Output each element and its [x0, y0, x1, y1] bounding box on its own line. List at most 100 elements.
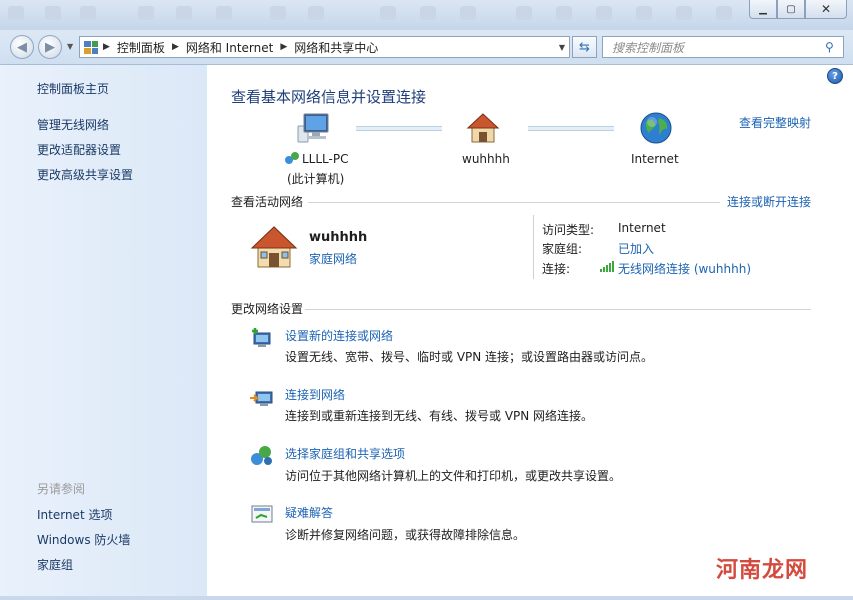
toolbar-ghost-icon	[716, 6, 732, 20]
homegroup-label: 家庭组:	[542, 242, 583, 256]
change-settings-heading: 更改网络设置	[231, 302, 304, 316]
chevron-right-icon[interactable]: ▶	[172, 42, 179, 52]
toolbar-ghost-icon	[636, 6, 652, 20]
toolbar-ghost-icon	[420, 6, 436, 20]
toolbar-ghost-icon	[138, 6, 154, 20]
divider	[308, 202, 720, 203]
access-type-label: 访问类型:	[542, 223, 595, 237]
network-type-link[interactable]: 家庭网络	[309, 250, 357, 267]
troubleshoot-desc: 诊断并修复网络问题，或获得故障排除信息。	[285, 528, 526, 542]
wireless-connection-link[interactable]: 无线网络连接 (wuhhhh)	[618, 260, 751, 277]
homegroup-value-link[interactable]: 已加入	[618, 240, 654, 257]
divider	[533, 215, 534, 279]
search-box[interactable]: 搜索控制面板 ⚲	[602, 36, 844, 58]
address-dropdown[interactable]: ▼	[555, 43, 569, 52]
minimize-icon: ▁	[759, 3, 767, 15]
maximize-icon: ▢	[786, 3, 796, 15]
toolbar-ghost-icon	[270, 6, 286, 20]
toolbar-ghost-icon	[80, 6, 96, 20]
arrow-right-icon: ▶	[45, 39, 55, 55]
sidebar-item-manage-wireless[interactable]: 管理无线网络	[37, 116, 109, 133]
computer-sub-label: (此计算机)	[287, 172, 345, 186]
access-type-value: Internet	[618, 221, 666, 235]
connect-network-desc: 连接到或重新连接到无线、有线、拨号或 VPN 网络连接。	[285, 409, 594, 423]
breadcrumb: ▶ 控制面板 ▶ 网络和 Internet ▶ 网络和共享中心	[103, 39, 378, 56]
troubleshoot-icon	[251, 505, 273, 523]
homegroup-options-desc: 访问位于其他网络计算机上的文件和打印机，或更改共享设置。	[285, 469, 622, 483]
toolbar-ghost-icon	[216, 6, 232, 20]
new-connection-icon	[252, 328, 271, 347]
forward-button[interactable]: ▶	[38, 35, 62, 59]
view-full-map-link[interactable]: 查看完整映射	[739, 114, 811, 131]
navigation-bar: ◀ ▶ ▼ ▶ 控制面板 ▶ 网络和 Internet ▶ 网络和共享中心 ▼ …	[0, 30, 853, 65]
help-button[interactable]: ?	[827, 68, 843, 84]
see-also-title: 另请参阅	[37, 482, 86, 496]
home-network-large-icon	[250, 226, 298, 268]
toolbar-ghost-icon	[460, 6, 476, 20]
breadcrumb-network-internet[interactable]: 网络和 Internet	[186, 39, 273, 56]
close-icon: ✕	[820, 2, 832, 16]
breadcrumb-network-sharing-center[interactable]: 网络和共享中心	[294, 39, 378, 56]
toolbar-ghost-icon	[8, 6, 24, 20]
map-connection-line	[528, 126, 614, 131]
toolbar-ghost-icon	[176, 6, 192, 20]
toolbar-ghost-icon	[676, 6, 692, 20]
chevron-down-icon: ▼	[558, 42, 566, 52]
sidebar-item-control-panel-home[interactable]: 控制面板主页	[37, 80, 109, 97]
connect-disconnect-link[interactable]: 连接或断开连接	[727, 193, 811, 210]
home-network-icon	[466, 113, 500, 143]
minimize-button[interactable]: ▁	[749, 0, 777, 19]
control-panel-icon	[84, 40, 98, 54]
toolbar-ghost-icon	[380, 6, 396, 20]
refresh-button[interactable]: ⇆	[572, 36, 597, 58]
active-network-name: wuhhhh	[309, 230, 368, 245]
refresh-icon: ⇆	[579, 39, 590, 55]
maximize-button[interactable]: ▢	[777, 0, 805, 19]
sidebar: 控制面板主页 管理无线网络 更改适配器设置 更改高级共享设置 另请参阅 Inte…	[0, 65, 207, 596]
toolbar-ghost-icon	[516, 6, 532, 20]
chevron-down-icon: ▼	[67, 42, 74, 51]
recent-pages-dropdown[interactable]: ▼	[67, 42, 73, 51]
connection-label: 连接:	[542, 262, 571, 276]
setup-connection-link[interactable]: 设置新的连接或网络	[285, 327, 393, 344]
watermark: 河南龙网	[716, 558, 809, 583]
homegroup-options-link[interactable]: 选择家庭组和共享选项	[285, 445, 405, 462]
page-title: 查看基本网络信息并设置连接	[231, 88, 427, 106]
window-frame-bottom	[0, 596, 853, 600]
address-bar[interactable]: ▶ 控制面板 ▶ 网络和 Internet ▶ 网络和共享中心 ▼	[79, 36, 570, 58]
chevron-right-icon[interactable]: ▶	[103, 42, 110, 52]
toolbar-ghost-icon	[45, 6, 61, 20]
computer-icon	[297, 113, 329, 143]
toolbar-ghost-icon	[556, 6, 572, 20]
sidebar-item-internet-options[interactable]: Internet 选项	[37, 506, 112, 523]
computer-name: LLLL-PC	[302, 152, 349, 166]
toolbar-ghost-icon	[596, 6, 612, 20]
chevron-right-icon[interactable]: ▶	[280, 42, 287, 52]
help-icon: ?	[832, 70, 838, 82]
wireless-signal-icon	[600, 261, 614, 272]
map-network-name: wuhhhh	[462, 152, 510, 166]
homegroup-sharing-icon	[251, 446, 272, 465]
internet-globe-icon	[640, 112, 672, 144]
title-bar: ▁ ▢ ✕	[0, 0, 853, 30]
toolbar-ghost-icon	[308, 6, 324, 20]
arrow-left-icon: ◀	[17, 39, 27, 55]
map-internet-label: Internet	[631, 152, 679, 166]
setup-connection-desc: 设置无线、宽带、拨号、临时或 VPN 连接；或设置路由器或访问点。	[285, 350, 654, 364]
search-input[interactable]: 搜索控制面板	[612, 39, 825, 56]
window-controls: ▁ ▢ ✕	[749, 0, 847, 19]
search-icon[interactable]: ⚲	[825, 40, 843, 54]
map-connection-line	[356, 126, 442, 131]
breadcrumb-control-panel[interactable]: 控制面板	[117, 39, 165, 56]
close-button[interactable]: ✕	[805, 0, 847, 19]
connect-network-link[interactable]: 连接到网络	[285, 386, 345, 403]
sidebar-item-homegroup[interactable]: 家庭组	[37, 556, 73, 573]
sidebar-item-windows-firewall[interactable]: Windows 防火墙	[37, 531, 130, 548]
sidebar-item-adapter-settings[interactable]: 更改适配器设置	[37, 141, 121, 158]
troubleshoot-link[interactable]: 疑难解答	[285, 504, 333, 521]
sidebar-item-advanced-sharing[interactable]: 更改高级共享设置	[37, 166, 133, 183]
connect-network-icon	[250, 391, 273, 406]
active-networks-heading: 查看活动网络	[231, 195, 304, 209]
divider	[305, 309, 811, 310]
back-button[interactable]: ◀	[10, 35, 34, 59]
